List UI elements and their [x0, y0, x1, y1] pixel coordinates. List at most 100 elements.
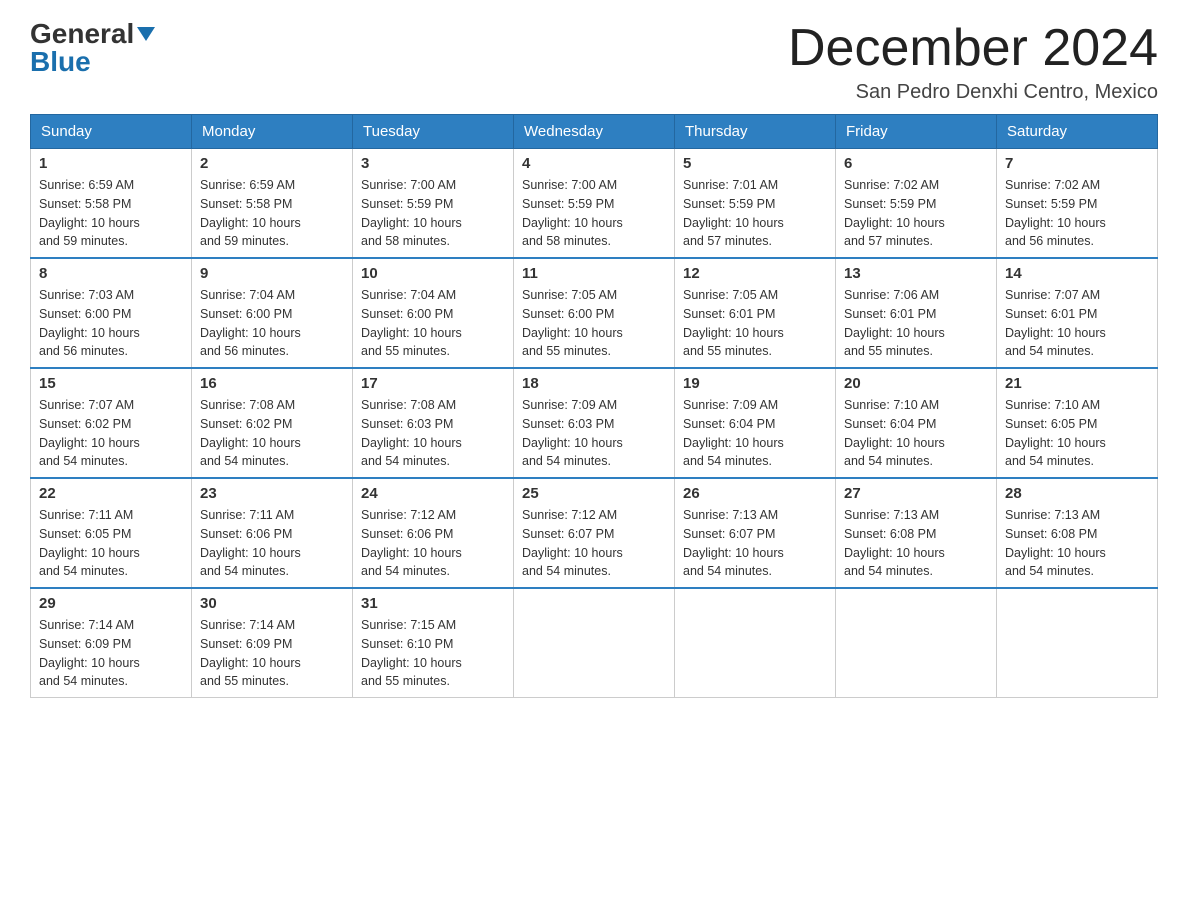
day-number: 29	[39, 595, 183, 612]
calendar-header-sunday: Sunday	[31, 115, 192, 149]
calendar-cell: 22Sunrise: 7:11 AMSunset: 6:05 PMDayligh…	[31, 478, 192, 588]
day-number: 18	[522, 375, 666, 392]
day-number: 10	[361, 265, 505, 282]
calendar-cell: 25Sunrise: 7:12 AMSunset: 6:07 PMDayligh…	[514, 478, 675, 588]
day-info: Sunrise: 7:05 AMSunset: 6:00 PMDaylight:…	[522, 286, 666, 361]
day-number: 22	[39, 485, 183, 502]
day-number: 1	[39, 155, 183, 172]
day-info: Sunrise: 7:10 AMSunset: 6:05 PMDaylight:…	[1005, 396, 1149, 471]
calendar-cell	[675, 588, 836, 698]
day-number: 5	[683, 155, 827, 172]
day-info: Sunrise: 7:07 AMSunset: 6:02 PMDaylight:…	[39, 396, 183, 471]
day-info: Sunrise: 7:06 AMSunset: 6:01 PMDaylight:…	[844, 286, 988, 361]
day-info: Sunrise: 7:11 AMSunset: 6:06 PMDaylight:…	[200, 506, 344, 581]
day-info: Sunrise: 7:13 AMSunset: 6:08 PMDaylight:…	[844, 506, 988, 581]
day-info: Sunrise: 7:15 AMSunset: 6:10 PMDaylight:…	[361, 616, 505, 691]
calendar-cell: 15 Sunrise: 7:07 AMSunset: 6:02 PMDayligh…	[31, 368, 192, 478]
calendar-cell: 26 Sunrise: 7:13 AMSunset: 6:07 PMDayligh…	[675, 478, 836, 588]
day-number: 19	[683, 375, 827, 392]
day-info: Sunrise: 7:07 AMSunset: 6:01 PMDaylight:…	[1005, 286, 1149, 361]
day-number: 2	[200, 155, 344, 172]
day-info: Sunrise: 7:08 AMSunset: 6:02 PMDaylight:…	[200, 396, 344, 471]
day-info: Sunrise: 6:59 AMSunset: 5:58 PMDaylight:…	[200, 176, 344, 251]
logo-general-line: General	[30, 20, 155, 48]
calendar-cell: 18 Sunrise: 7:09 AMSunset: 6:03 PMDayligh…	[514, 368, 675, 478]
day-info: Sunrise: 7:08 AMSunset: 6:03 PMDaylight:…	[361, 396, 505, 471]
calendar-cell: 12Sunrise: 7:05 AMSunset: 6:01 PMDayligh…	[675, 258, 836, 368]
calendar-cell: 31 Sunrise: 7:15 AMSunset: 6:10 PMDayligh…	[353, 588, 514, 698]
calendar-cell: 2 Sunrise: 6:59 AMSunset: 5:58 PMDaylight…	[192, 149, 353, 259]
day-info: Sunrise: 6:59 AMSunset: 5:58 PMDaylight:…	[39, 176, 183, 251]
day-info: Sunrise: 7:02 AMSunset: 5:59 PMDaylight:…	[1005, 176, 1149, 251]
calendar-cell: 21 Sunrise: 7:10 AMSunset: 6:05 PMDayligh…	[997, 368, 1158, 478]
day-number: 27	[844, 485, 988, 502]
day-number: 20	[844, 375, 988, 392]
day-number: 9	[200, 265, 344, 282]
day-number: 17	[361, 375, 505, 392]
logo: General Blue	[30, 20, 155, 76]
logo-triangle-icon	[137, 27, 155, 41]
day-info: Sunrise: 7:13 AMSunset: 6:07 PMDaylight:…	[683, 506, 827, 581]
day-info: Sunrise: 7:09 AMSunset: 6:03 PMDaylight:…	[522, 396, 666, 471]
calendar-cell: 11 Sunrise: 7:05 AMSunset: 6:00 PMDayligh…	[514, 258, 675, 368]
day-number: 7	[1005, 155, 1149, 172]
calendar-header-thursday: Thursday	[675, 115, 836, 149]
day-info: Sunrise: 7:12 AMSunset: 6:06 PMDaylight:…	[361, 506, 505, 581]
calendar-cell: 27 Sunrise: 7:13 AMSunset: 6:08 PMDayligh…	[836, 478, 997, 588]
month-title: December 2024	[788, 20, 1158, 77]
day-number: 30	[200, 595, 344, 612]
day-info: Sunrise: 7:05 AMSunset: 6:01 PMDaylight:…	[683, 286, 827, 361]
day-number: 16	[200, 375, 344, 392]
day-number: 28	[1005, 485, 1149, 502]
calendar-cell	[836, 588, 997, 698]
calendar-header-wednesday: Wednesday	[514, 115, 675, 149]
calendar-header-friday: Friday	[836, 115, 997, 149]
calendar-cell: 24Sunrise: 7:12 AMSunset: 6:06 PMDayligh…	[353, 478, 514, 588]
day-number: 31	[361, 595, 505, 612]
day-number: 25	[522, 485, 666, 502]
day-number: 15	[39, 375, 183, 392]
day-number: 26	[683, 485, 827, 502]
calendar-header-row: SundayMondayTuesdayWednesdayThursdayFrid…	[31, 115, 1158, 149]
calendar-week-row: 29 Sunrise: 7:14 AMSunset: 6:09 PMDayligh…	[31, 588, 1158, 698]
calendar-cell: 8Sunrise: 7:03 AMSunset: 6:00 PMDaylight…	[31, 258, 192, 368]
logo-blue-text: Blue	[30, 48, 91, 76]
calendar-cell: 1 Sunrise: 6:59 AMSunset: 5:58 PMDaylight…	[31, 149, 192, 259]
day-info: Sunrise: 7:13 AMSunset: 6:08 PMDaylight:…	[1005, 506, 1149, 581]
page: General Blue December 2024 San Pedro Den…	[0, 0, 1188, 718]
day-number: 23	[200, 485, 344, 502]
calendar-cell: 28 Sunrise: 7:13 AMSunset: 6:08 PMDayligh…	[997, 478, 1158, 588]
calendar-cell	[997, 588, 1158, 698]
calendar-cell	[514, 588, 675, 698]
day-info: Sunrise: 7:02 AMSunset: 5:59 PMDaylight:…	[844, 176, 988, 251]
location: San Pedro Denxhi Centro, Mexico	[788, 81, 1158, 104]
day-info: Sunrise: 7:14 AMSunset: 6:09 PMDaylight:…	[39, 616, 183, 691]
day-number: 21	[1005, 375, 1149, 392]
day-number: 6	[844, 155, 988, 172]
calendar-header-saturday: Saturday	[997, 115, 1158, 149]
calendar-cell: 4Sunrise: 7:00 AMSunset: 5:59 PMDaylight…	[514, 149, 675, 259]
calendar-cell: 7 Sunrise: 7:02 AMSunset: 5:59 PMDaylight…	[997, 149, 1158, 259]
calendar-week-row: 15 Sunrise: 7:07 AMSunset: 6:02 PMDayligh…	[31, 368, 1158, 478]
calendar-cell: 10Sunrise: 7:04 AMSunset: 6:00 PMDayligh…	[353, 258, 514, 368]
calendar-cell: 3Sunrise: 7:00 AMSunset: 5:59 PMDaylight…	[353, 149, 514, 259]
calendar-cell: 14Sunrise: 7:07 AMSunset: 6:01 PMDayligh…	[997, 258, 1158, 368]
calendar-cell: 20Sunrise: 7:10 AMSunset: 6:04 PMDayligh…	[836, 368, 997, 478]
day-info: Sunrise: 7:04 AMSunset: 6:00 PMDaylight:…	[200, 286, 344, 361]
day-info: Sunrise: 7:00 AMSunset: 5:59 PMDaylight:…	[361, 176, 505, 251]
logo-general-text: General	[30, 20, 134, 48]
calendar-week-row: 8Sunrise: 7:03 AMSunset: 6:00 PMDaylight…	[31, 258, 1158, 368]
calendar-cell: 29 Sunrise: 7:14 AMSunset: 6:09 PMDayligh…	[31, 588, 192, 698]
calendar-cell: 9 Sunrise: 7:04 AMSunset: 6:00 PMDaylight…	[192, 258, 353, 368]
calendar-cell: 19Sunrise: 7:09 AMSunset: 6:04 PMDayligh…	[675, 368, 836, 478]
day-info: Sunrise: 7:01 AMSunset: 5:59 PMDaylight:…	[683, 176, 827, 251]
calendar-cell: 6 Sunrise: 7:02 AMSunset: 5:59 PMDaylight…	[836, 149, 997, 259]
calendar-header-monday: Monday	[192, 115, 353, 149]
day-number: 11	[522, 265, 666, 282]
calendar-cell: 30Sunrise: 7:14 AMSunset: 6:09 PMDayligh…	[192, 588, 353, 698]
calendar-cell: 5 Sunrise: 7:01 AMSunset: 5:59 PMDaylight…	[675, 149, 836, 259]
calendar-cell: 13Sunrise: 7:06 AMSunset: 6:01 PMDayligh…	[836, 258, 997, 368]
calendar-cell: 23 Sunrise: 7:11 AMSunset: 6:06 PMDayligh…	[192, 478, 353, 588]
calendar-cell: 16 Sunrise: 7:08 AMSunset: 6:02 PMDayligh…	[192, 368, 353, 478]
header: General Blue December 2024 San Pedro Den…	[30, 20, 1158, 104]
